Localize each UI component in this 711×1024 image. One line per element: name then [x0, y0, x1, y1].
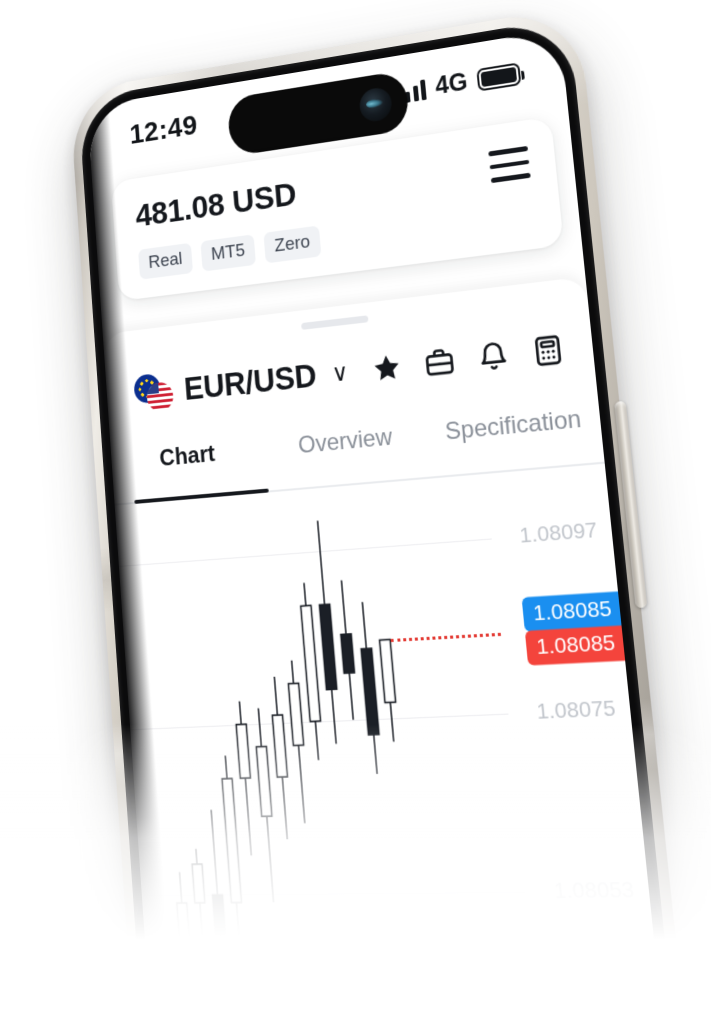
alert-bell-icon[interactable]: [476, 339, 511, 375]
instrument-header: EUR/USD ∨: [133, 318, 568, 423]
account-tag-platform: MT5: [200, 234, 257, 272]
network-type-label: 4G: [434, 67, 470, 101]
currency-pair-flags: [133, 372, 175, 414]
hamburger-menu-icon[interactable]: [488, 145, 531, 183]
phone-scene: 12:49 4G 481.08 USD Real MT5 Zero EUR/US…: [0, 0, 711, 1024]
tab-chart[interactable]: Chart: [110, 428, 266, 477]
calculator-icon[interactable]: [530, 333, 565, 369]
account-tag-type: Zero: [263, 225, 322, 264]
screenshot-stage: 12:49 4G 481.08 USD Real MT5 Zero EUR/US…: [0, 0, 711, 1024]
candlestick-chart[interactable]: 1.080971.080751.080531.080301.080851.080…: [115, 466, 679, 1024]
candles-layer: [115, 466, 679, 1024]
favorite-star-icon[interactable]: [370, 350, 403, 385]
account-tag-real: Real: [138, 242, 194, 280]
tab-overview[interactable]: Overview: [263, 412, 428, 463]
status-indicators: 4G: [396, 59, 522, 107]
instrument-symbol: EUR/USD: [182, 356, 318, 407]
chevron-down-icon[interactable]: ∨: [331, 358, 350, 388]
current-price-line: [390, 633, 502, 643]
portfolio-briefcase-icon[interactable]: [423, 345, 457, 380]
phone-device: 12:49 4G 481.08 USD Real MT5 Zero EUR/US…: [69, 5, 703, 1024]
front-camera-icon: [358, 85, 394, 124]
us-flag-icon: [146, 381, 175, 413]
instrument-actions: [370, 333, 566, 386]
sheet-drag-handle[interactable]: [301, 315, 369, 330]
status-clock: 12:49: [128, 109, 199, 151]
y-axis-label: 1.08097: [518, 518, 599, 548]
instrument-selector[interactable]: EUR/USD ∨: [133, 352, 350, 413]
instrument-sheet: EUR/USD ∨ Chart Overview Specification 1…: [102, 276, 679, 1024]
